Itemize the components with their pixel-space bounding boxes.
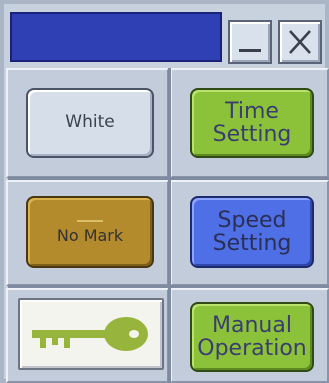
title-bar	[10, 12, 222, 62]
key-icon	[32, 317, 148, 351]
time-setting-label-line2: Setting	[212, 122, 292, 147]
control-panel-window: White Time Setting No Mark Speed Setting…	[0, 0, 329, 383]
lock-button[interactable]	[18, 298, 164, 370]
no-mark-button[interactable]: No Mark	[26, 196, 154, 268]
speed-setting-label-line2: Setting	[212, 231, 292, 256]
manual-operation-button[interactable]: Manual Operation	[190, 302, 314, 372]
minimize-icon	[239, 49, 261, 52]
column-divider	[168, 68, 171, 383]
white-button-label: White	[65, 112, 115, 133]
speed-setting-label-line1: Speed	[217, 207, 287, 233]
manual-operation-label-line2: Operation	[197, 336, 307, 361]
time-setting-button[interactable]: Time Setting	[190, 88, 314, 158]
manual-operation-label-line1: Manual	[212, 312, 292, 338]
white-button[interactable]: White	[26, 88, 154, 158]
mark-indicator	[77, 219, 103, 222]
speed-setting-button[interactable]: Speed Setting	[190, 196, 314, 268]
close-button[interactable]	[278, 20, 322, 64]
no-mark-label: No Mark	[56, 225, 124, 245]
minimize-button[interactable]	[228, 20, 272, 64]
close-icon	[289, 30, 311, 54]
time-setting-label-line1: Time	[225, 98, 279, 124]
